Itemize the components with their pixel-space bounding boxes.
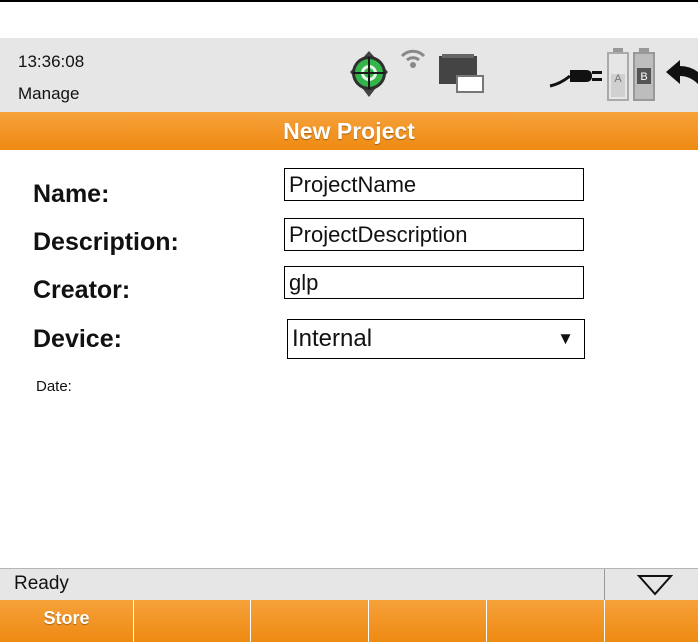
store-button[interactable]: Store: [0, 600, 134, 642]
screen: 13:36:08 Manage A B New Project Name: Pr…: [0, 0, 698, 642]
name-label: Name:: [33, 180, 110, 208]
device-value: Internal: [292, 325, 373, 352]
clock: 13:36:08: [18, 52, 85, 71]
dropdown-arrow-icon[interactable]: ▼: [557, 320, 574, 358]
softkey-bar: Store: [0, 600, 698, 642]
status-divider: [604, 569, 605, 600]
target-icon[interactable]: [344, 48, 394, 100]
name-field[interactable]: ProjectName: [284, 168, 584, 201]
status-text: Ready: [14, 573, 69, 594]
top-border: [0, 0, 698, 2]
back-arrow-icon[interactable]: [664, 58, 698, 88]
sd-card-icon: [439, 54, 484, 93]
creator-field[interactable]: glp: [284, 266, 584, 299]
header-bar: 13:36:08 Manage A B: [0, 38, 698, 112]
battery-a-label: A: [614, 73, 622, 85]
description-label: Description:: [33, 228, 179, 256]
creator-label: Creator:: [33, 276, 131, 304]
softkey-2[interactable]: [134, 600, 251, 642]
battery-b-icon: B: [633, 48, 655, 101]
status-bar: Ready: [0, 568, 698, 600]
description-field[interactable]: ProjectDescription: [284, 218, 584, 251]
softkey-6[interactable]: [605, 600, 698, 642]
softkey-3[interactable]: [251, 600, 369, 642]
battery-b-label: B: [640, 71, 647, 83]
date-label: Date:: [36, 378, 72, 395]
device-label: Device:: [33, 325, 122, 353]
mode-label: Manage: [18, 84, 80, 103]
softkey-5[interactable]: [487, 600, 605, 642]
triangle-down-icon[interactable]: [636, 573, 674, 597]
power-plug-icon: [549, 70, 602, 88]
softkey-4[interactable]: [369, 600, 487, 642]
page-title: New Project: [0, 112, 698, 150]
battery-a-icon: A: [607, 48, 629, 101]
wifi-icon: [400, 49, 426, 68]
device-select[interactable]: Internal ▼: [287, 319, 585, 359]
